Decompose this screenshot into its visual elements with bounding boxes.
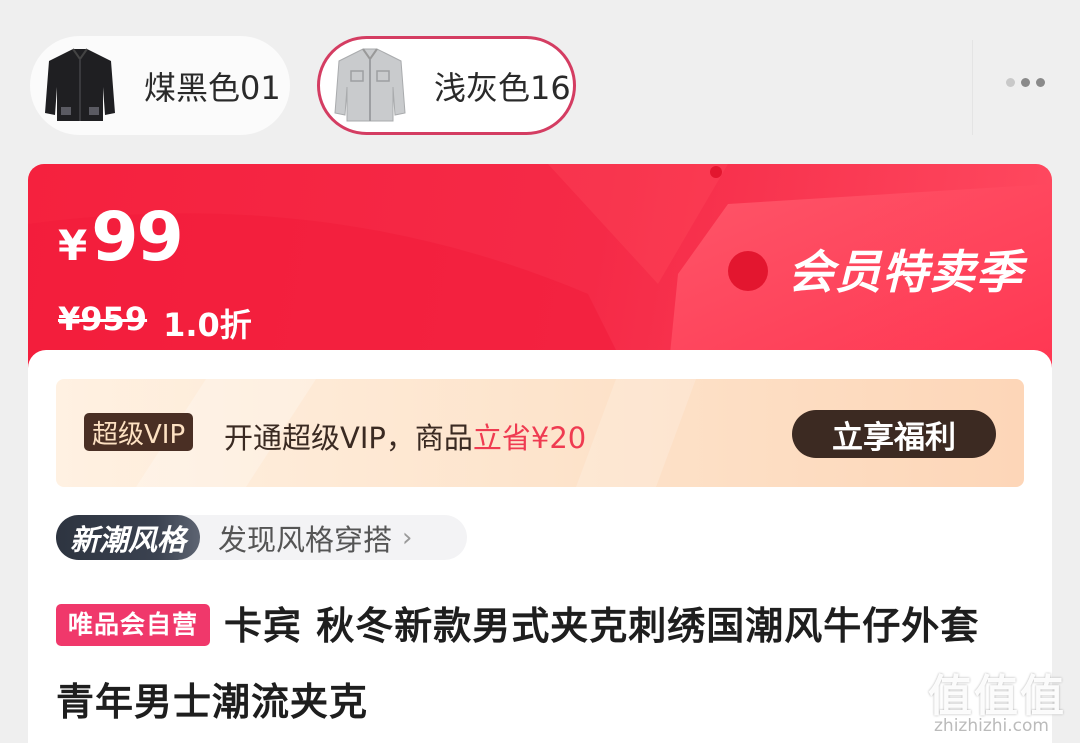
product-info-card: 超级VIP 开通超级VIP，商品立省¥20 立享福利 新潮风格 发现风格穿搭 ›… (28, 350, 1052, 743)
claim-benefit-button[interactable]: 立享福利 (792, 410, 996, 458)
variant-label: 浅灰色16 (434, 68, 571, 107)
watermark: 值值值 zhizhizhi.com (928, 660, 1078, 743)
price-banner: ¥ 99 ¥959 1.0折 会员特卖季 (28, 164, 1052, 374)
vip-promo-bar[interactable]: 超级VIP 开通超级VIP，商品立省¥20 立享福利 (56, 379, 1024, 487)
original-price: ¥959 (58, 300, 148, 338)
variant-option-black[interactable]: 煤黑色01 (30, 36, 290, 135)
divider (972, 40, 973, 135)
product-title: 唯品会自营 卡宾 秋冬新款男式夹克刺绣国潮风牛仔外套青年男士潮流夹克 (56, 604, 980, 724)
price-detail: ¥959 1.0折 (58, 300, 252, 346)
style-discovery-link[interactable]: 新潮风格 发现风格穿搭 › (56, 515, 467, 560)
super-vip-badge: 超级VIP (84, 413, 194, 451)
product-title-block: 唯品会自营 卡宾 秋冬新款男式夹克刺绣国潮风牛仔外套青年男士潮流夹克 (56, 588, 1016, 740)
black-jacket-thumbnail (40, 46, 120, 126)
variant-option-light-gray[interactable]: 浅灰色16 (317, 36, 576, 135)
watermark-url: zhizhizhi.com (934, 716, 1049, 736)
vip-promo-text: 开通超级VIP，商品立省¥20 (224, 421, 587, 455)
event-title: 会员特卖季 (788, 245, 1023, 299)
watermark-glyphs: 值值值 (928, 671, 1066, 722)
style-link-text: 发现风格穿搭 (218, 522, 393, 557)
current-price: ¥ 99 (58, 198, 184, 277)
discount-rate: 1.0折 (163, 306, 252, 344)
more-options-icon[interactable] (1006, 78, 1045, 87)
chevron-right-icon: › (402, 522, 413, 553)
style-tag: 新潮风格 (56, 515, 201, 560)
vip-savings: 立省¥20 (472, 421, 587, 455)
variant-label: 煤黑色01 (144, 68, 281, 107)
variant-selector: 煤黑色01 浅灰色16 (0, 0, 1080, 165)
seller-tag: 唯品会自营 (56, 604, 211, 646)
gray-jacket-thumbnail (330, 46, 410, 126)
